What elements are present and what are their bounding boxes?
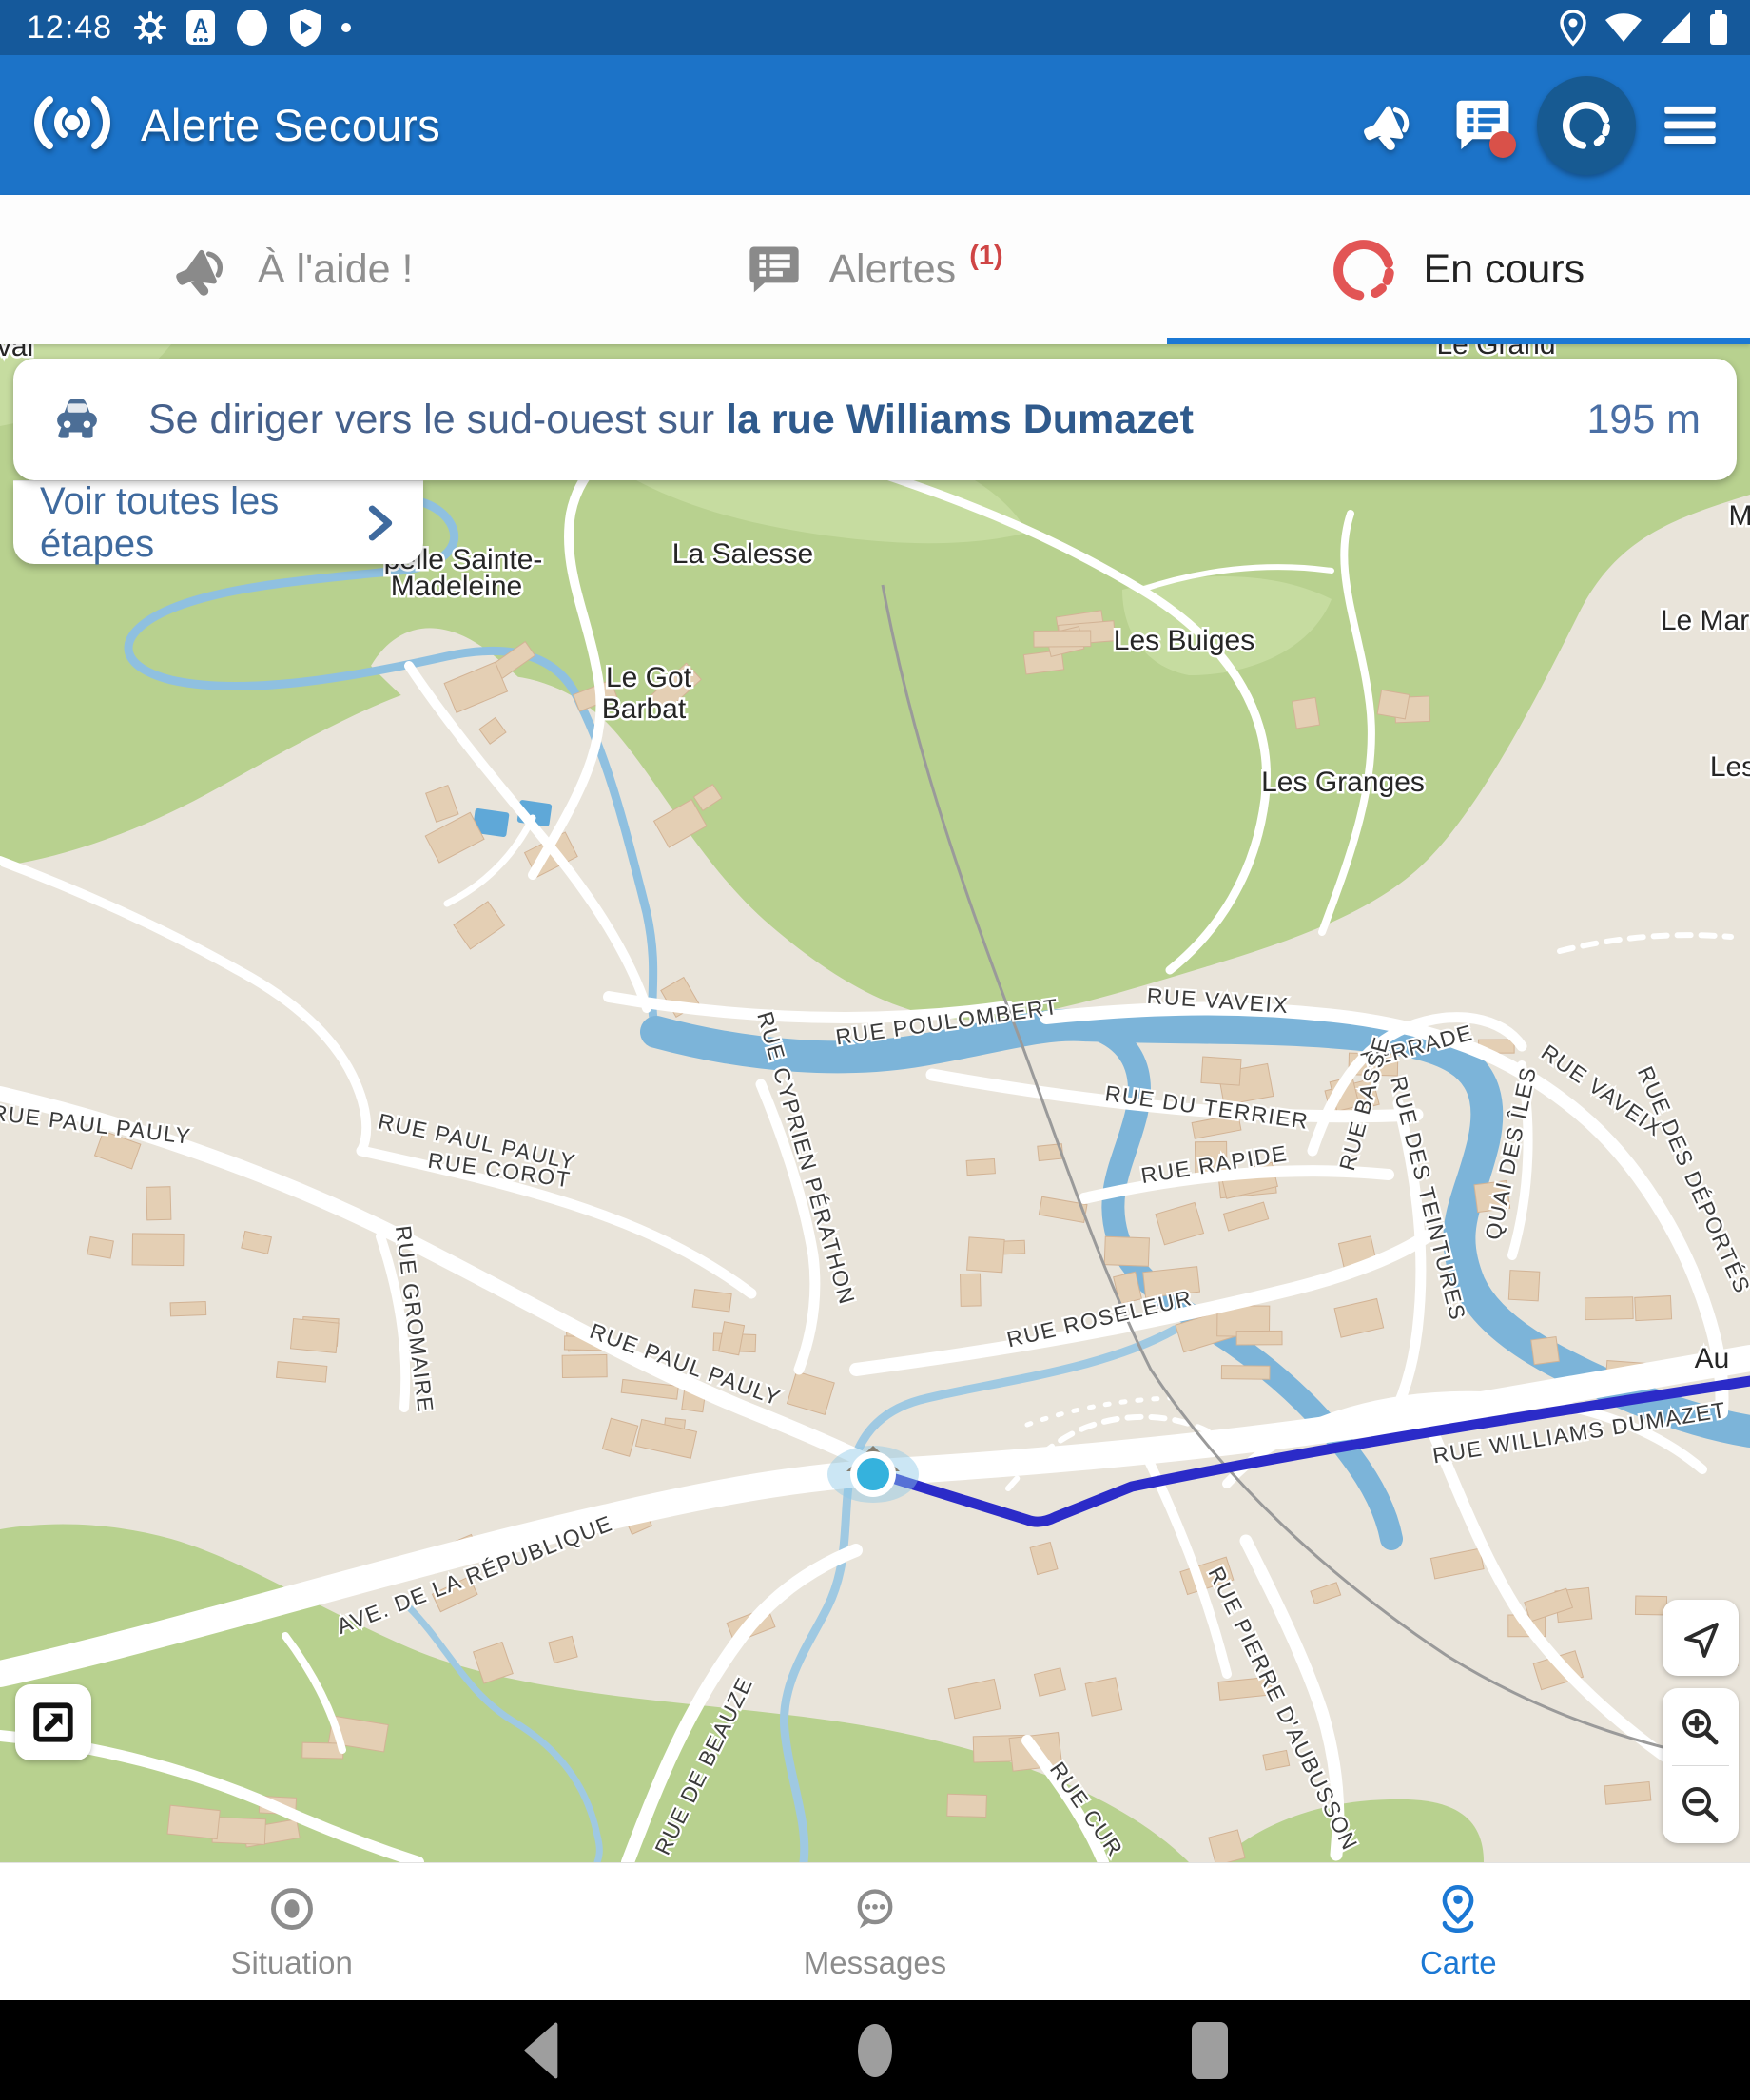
loader-icon <box>1332 238 1396 302</box>
app-bar: Alerte Secours <box>0 55 1750 195</box>
nav-item-situation[interactable]: Situation <box>0 1863 583 2001</box>
tab-bar: À l'aide ! Alertes (1) En cours <box>0 195 1750 344</box>
android-home-button[interactable] <box>837 2012 913 2089</box>
map-place-label: Les Granges <box>1261 767 1425 798</box>
map-building <box>966 1158 995 1175</box>
map-building <box>132 1234 184 1266</box>
svg-text:A: A <box>193 14 208 38</box>
nav-item-carte[interactable]: Carte <box>1167 1863 1750 2001</box>
alert-count-badge: (1) <box>969 241 1002 272</box>
map-building <box>1201 1057 1241 1085</box>
wifi-icon <box>1604 10 1643 46</box>
tab-en-cours[interactable]: En cours <box>1167 195 1750 344</box>
alerte-secours-logo <box>32 92 112 158</box>
android-recents-button[interactable] <box>1172 2012 1248 2089</box>
status-bar: 12:48 A <box>0 0 1750 55</box>
location-status-icon <box>1558 9 1588 47</box>
signal-icon <box>1659 10 1693 45</box>
zoom-out-icon <box>1678 1782 1723 1828</box>
map-building <box>1293 697 1320 728</box>
current-location-marker <box>827 1446 919 1503</box>
loader-circle <box>1537 76 1636 175</box>
dot-notification-icon <box>340 22 352 33</box>
map-building <box>88 1236 114 1258</box>
megaphone-button[interactable] <box>1347 76 1429 175</box>
gear-icon <box>133 10 167 45</box>
chat-list-icon <box>747 243 802 298</box>
map-building <box>1531 1337 1560 1365</box>
home-circle-icon <box>854 2019 896 2082</box>
map-building <box>1104 1236 1149 1266</box>
navigation-arrow-icon <box>1678 1615 1723 1661</box>
map-building <box>1085 1678 1122 1716</box>
map-building <box>947 1794 987 1817</box>
back-triangle-icon <box>519 2019 561 2082</box>
active-tab-indicator <box>1167 338 1750 344</box>
map-place-label: Le Marc <box>1661 605 1750 636</box>
map-place-label: Les Buiges <box>1114 625 1254 656</box>
map-building <box>1635 1296 1672 1321</box>
map-place-label: Madeleine <box>391 571 522 602</box>
circle-notification-icon <box>234 8 270 48</box>
map-building <box>562 1354 607 1377</box>
map-building <box>1604 1782 1651 1805</box>
shield-play-icon <box>287 8 323 48</box>
instruction-text: Se diriger vers le sud-ouest sur la rue … <box>148 397 1194 443</box>
zoom-in-icon <box>1678 1704 1723 1750</box>
car-icon <box>49 392 105 447</box>
recents-square-icon <box>1189 2019 1231 2082</box>
translate-app-icon: A <box>185 9 217 47</box>
map-building <box>167 1805 220 1838</box>
map-place-label: Le Got <box>606 662 692 693</box>
map-building <box>1034 631 1091 647</box>
map-place-label: M <box>1729 500 1750 532</box>
unread-badge <box>1489 131 1516 158</box>
map[interactable]: valLe GrandMLa Salessepelle Sainte-Madel… <box>0 344 1750 1862</box>
map-building <box>961 1274 982 1306</box>
map-building <box>1377 690 1410 719</box>
situation-target-icon <box>267 1884 317 1934</box>
loader-icon <box>1558 97 1615 154</box>
map-place-label: Au <box>1695 1343 1730 1374</box>
messages-bubble-icon <box>850 1884 900 1934</box>
tab-alertes[interactable]: Alertes (1) <box>583 195 1166 344</box>
tab-a-laide[interactable]: À l'aide ! <box>0 195 583 344</box>
map-building <box>1585 1297 1633 1320</box>
messages-button[interactable] <box>1442 76 1524 175</box>
map-building <box>212 1818 265 1845</box>
battery-icon <box>1708 9 1729 47</box>
ongoing-loader-button[interactable] <box>1537 76 1636 175</box>
map-building <box>1221 1366 1270 1380</box>
map-building <box>290 1318 339 1352</box>
megaphone-icon <box>170 240 231 301</box>
distance-value: 195 m <box>1586 397 1701 443</box>
map-building <box>1508 1271 1540 1301</box>
menu-button[interactable] <box>1649 76 1731 175</box>
bottom-nav: Situation Messages Carte <box>0 1862 1750 2001</box>
chevron-right-icon <box>364 504 397 542</box>
map-building <box>967 1237 1005 1273</box>
android-back-button[interactable] <box>502 2012 578 2089</box>
zoom-controls <box>1662 1688 1739 1843</box>
zoom-out-button[interactable] <box>1662 1766 1739 1843</box>
compass-button[interactable] <box>1662 1600 1739 1676</box>
zoom-in-button[interactable] <box>1662 1688 1739 1765</box>
navigation-instruction-card[interactable]: Se diriger vers le sud-ouest sur la rue … <box>13 359 1737 480</box>
android-navigation-bar <box>0 2000 1750 2100</box>
all-steps-button[interactable]: Voir toutes les étapes <box>13 480 423 564</box>
map-building <box>146 1187 171 1220</box>
clock: 12:48 <box>27 10 112 47</box>
map-place-label: Les <box>1710 751 1750 783</box>
map-place-label: La Salesse <box>672 538 813 570</box>
open-in-new-icon <box>31 1701 75 1744</box>
megaphone-icon <box>1358 96 1417 155</box>
open-external-button[interactable] <box>15 1684 91 1760</box>
map-building <box>1236 1331 1282 1345</box>
nav-item-messages[interactable]: Messages <box>583 1863 1166 2001</box>
map-pin-icon <box>1433 1884 1483 1934</box>
page-title: Alerte Secours <box>141 99 440 151</box>
hamburger-icon <box>1662 102 1718 149</box>
map-building <box>170 1301 206 1315</box>
map-place-label: Barbat <box>602 693 687 725</box>
